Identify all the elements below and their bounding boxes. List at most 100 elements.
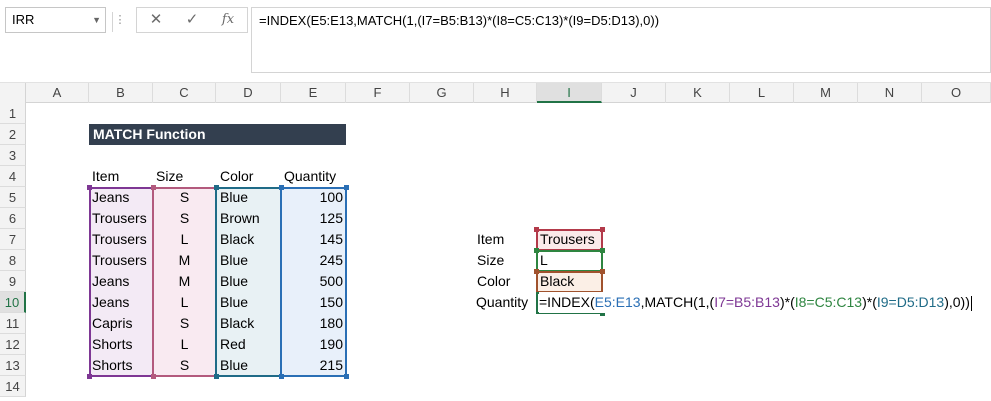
more-options-icon[interactable]: ⋮ [114, 8, 126, 34]
row-header-9[interactable]: 9 [0, 271, 26, 292]
chevron-down-icon[interactable]: ▼ [92, 8, 101, 32]
column-header-row: A B C D E F G H I J K L M N O [0, 82, 991, 103]
color-cell[interactable]: Blue [220, 271, 278, 292]
close-icon[interactable]: ✕ [141, 8, 171, 32]
column-header-E[interactable]: E [281, 83, 346, 103]
formula-part: ),0)) [944, 294, 970, 310]
row-header-5[interactable]: 5 [0, 187, 26, 208]
item-cell[interactable]: Trousers [92, 208, 152, 229]
name-box[interactable]: IRR ▼ [5, 7, 106, 33]
formula-text: =INDEX(E5:E13,MATCH(1,(I7=B5:B13)*(I8=C5… [259, 13, 660, 28]
item-cell[interactable]: Trousers [92, 250, 152, 271]
quantity-cell[interactable]: 125 [282, 208, 343, 229]
lookup-size-value[interactable]: L [540, 250, 602, 271]
size-cell[interactable]: S [154, 355, 215, 376]
row-header-4[interactable]: 4 [0, 166, 26, 187]
lookup-item-value[interactable]: Trousers [540, 229, 602, 250]
row-header-11[interactable]: 11 [0, 313, 26, 334]
header-quantity[interactable]: Quantity [284, 166, 344, 187]
size-cell[interactable]: M [154, 250, 215, 271]
item-cell[interactable]: Capris [92, 313, 152, 334]
name-box-value: IRR [12, 12, 35, 27]
row-header-1[interactable]: 1 [0, 103, 26, 124]
active-cell-editor[interactable]: =INDEX(E5:E13,MATCH(1,(I7=B5:B13)*(I8=C5… [539, 292, 979, 313]
quantity-cell[interactable]: 215 [282, 355, 343, 376]
text-cursor [970, 295, 972, 311]
item-cell[interactable]: Trousers [92, 229, 152, 250]
item-cell[interactable]: Jeans [92, 187, 152, 208]
column-header-J[interactable]: J [602, 83, 666, 103]
row-header-2[interactable]: 2 [0, 124, 26, 145]
column-header-N[interactable]: N [858, 83, 922, 103]
formula-bar-buttons: ✕ ✓ fx [136, 7, 248, 33]
formula-input[interactable]: =INDEX(E5:E13,MATCH(1,(I7=B5:B13)*(I8=C5… [251, 7, 991, 73]
color-cell[interactable]: Black [220, 313, 278, 334]
row-header-7[interactable]: 7 [0, 229, 26, 250]
column-header-K[interactable]: K [666, 83, 730, 103]
header-size[interactable]: Size [156, 166, 214, 187]
column-header-O[interactable]: O [922, 83, 991, 103]
sheet-title: MATCH Function [89, 124, 346, 145]
formula-part: ,MATCH(1,( [640, 294, 715, 310]
item-cell[interactable]: Jeans [92, 271, 152, 292]
column-header-B[interactable]: B [89, 83, 153, 103]
quantity-cell[interactable]: 245 [282, 250, 343, 271]
size-cell[interactable]: L [154, 229, 215, 250]
size-cell[interactable]: S [154, 187, 215, 208]
item-cell[interactable]: Jeans [92, 292, 152, 313]
color-cell[interactable]: Red [220, 334, 278, 355]
color-cell[interactable]: Blue [220, 187, 278, 208]
item-cell[interactable]: Shorts [92, 355, 152, 376]
lookup-item-label[interactable]: Item [477, 229, 535, 250]
lookup-size-label[interactable]: Size [477, 250, 535, 271]
column-header-D[interactable]: D [216, 83, 281, 103]
formula-ref-color: I9=D5:D13 [876, 294, 945, 310]
select-all-corner[interactable] [0, 83, 26, 103]
column-header-F[interactable]: F [346, 83, 410, 103]
range-handle[interactable] [344, 185, 349, 190]
column-header-H[interactable]: H [474, 83, 537, 103]
row-header-14[interactable]: 14 [0, 376, 26, 397]
formula-part: =INDEX( [539, 294, 595, 310]
quantity-cell[interactable]: 100 [282, 187, 343, 208]
insert-function-button[interactable]: fx [213, 8, 243, 32]
quantity-cell[interactable]: 150 [282, 292, 343, 313]
row-header-12[interactable]: 12 [0, 334, 26, 355]
size-cell[interactable]: S [154, 208, 215, 229]
color-cell[interactable]: Blue [220, 355, 278, 376]
lookup-color-label[interactable]: Color [477, 271, 535, 292]
row-header-3[interactable]: 3 [0, 145, 26, 166]
column-header-I[interactable]: I [537, 83, 602, 103]
formula-part: )*( [862, 294, 877, 310]
row-header-8[interactable]: 8 [0, 250, 26, 271]
column-header-G[interactable]: G [410, 83, 474, 103]
quantity-cell[interactable]: 190 [282, 334, 343, 355]
color-cell[interactable]: Blue [220, 250, 278, 271]
formula-part: )*( [779, 294, 795, 310]
lookup-quantity-label[interactable]: Quantity [476, 292, 536, 313]
size-cell[interactable]: M [154, 271, 215, 292]
column-header-M[interactable]: M [794, 83, 858, 103]
quantity-cell[interactable]: 500 [282, 271, 343, 292]
column-header-A[interactable]: A [26, 83, 89, 103]
lookup-color-value[interactable]: Black [540, 271, 602, 292]
color-cell[interactable]: Black [220, 229, 278, 250]
size-cell[interactable]: S [154, 313, 215, 334]
size-cell[interactable]: L [154, 334, 215, 355]
check-icon[interactable]: ✓ [177, 8, 207, 32]
formula-ref-item: I7=B5:B13 [714, 294, 780, 310]
header-color[interactable]: Color [220, 166, 278, 187]
column-header-L[interactable]: L [730, 83, 794, 103]
range-handle[interactable] [344, 374, 349, 379]
row-header-6[interactable]: 6 [0, 208, 26, 229]
quantity-cell[interactable]: 145 [282, 229, 343, 250]
color-cell[interactable]: Brown [220, 208, 278, 229]
size-cell[interactable]: L [154, 292, 215, 313]
header-item[interactable]: Item [92, 166, 152, 187]
column-header-C[interactable]: C [153, 83, 216, 103]
quantity-cell[interactable]: 180 [282, 313, 343, 334]
item-cell[interactable]: Shorts [92, 334, 152, 355]
color-cell[interactable]: Blue [220, 292, 278, 313]
row-header-10[interactable]: 10 [0, 292, 26, 313]
row-header-13[interactable]: 13 [0, 355, 26, 376]
